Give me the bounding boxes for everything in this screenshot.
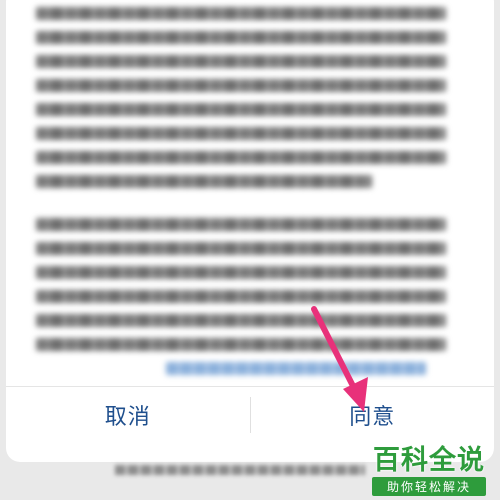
watermark-subtitle: 助你轻松解决 xyxy=(372,477,486,496)
background-text-blurred xyxy=(115,465,365,475)
agree-button[interactable]: 同意 xyxy=(251,387,495,443)
agreement-text-blurred xyxy=(36,0,446,405)
watermark-title: 百科全说 xyxy=(373,445,485,476)
agreement-dialog: 取消 同意 xyxy=(6,0,494,462)
baike-watermark-logo: 百科全说 助你轻松解决 xyxy=(364,445,494,496)
dialog-footer: 取消 同意 xyxy=(6,386,494,443)
agreement-link-blurred[interactable] xyxy=(166,362,426,375)
agreement-paragraph-2 xyxy=(36,218,446,375)
cancel-button[interactable]: 取消 xyxy=(6,387,250,443)
agreement-paragraph-1 xyxy=(36,7,446,188)
